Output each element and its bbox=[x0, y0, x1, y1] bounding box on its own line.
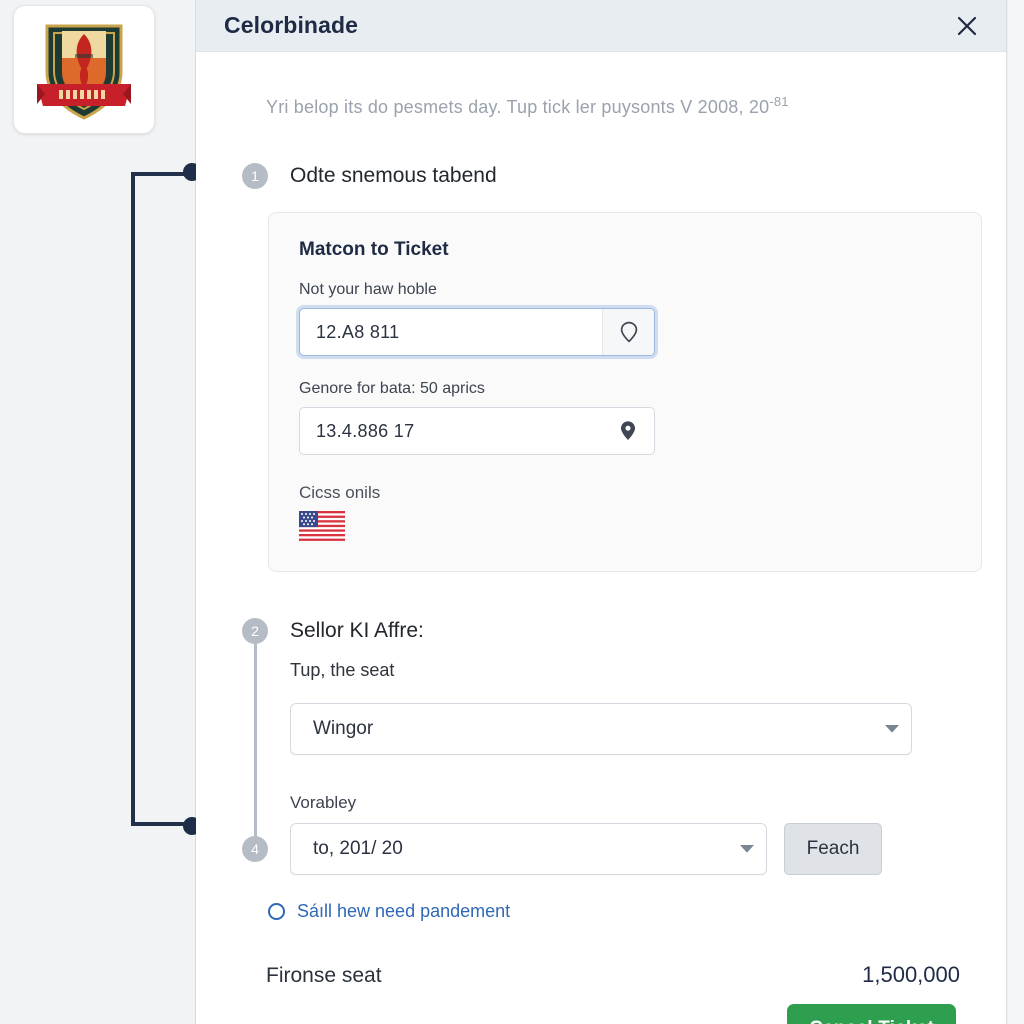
chevron-down-glyph bbox=[885, 725, 899, 733]
close-icon[interactable] bbox=[950, 9, 984, 43]
field-spacer bbox=[299, 356, 951, 380]
step-1-badge: 1 bbox=[242, 163, 268, 189]
modal-footer: Cancel Ticket bbox=[220, 1004, 956, 1024]
step-1-title: Odte snemous tabend bbox=[290, 164, 497, 187]
close-glyph bbox=[957, 16, 977, 35]
modal-body: Yri belop its do pesmets day. Tup tick l… bbox=[196, 94, 1006, 1024]
total-value: 1,500,000 bbox=[862, 962, 960, 987]
radio-unchecked-icon[interactable] bbox=[268, 903, 285, 920]
page-title: Celorbinade bbox=[224, 12, 359, 38]
step-2-header: 2 Sellor KI Affre: bbox=[242, 618, 982, 644]
subtitle-text: Yri belop its do pesmets day. Tup tick l… bbox=[266, 97, 770, 117]
step-1-header: 1 Odte snemous tabend bbox=[242, 163, 982, 189]
step-connector-line bbox=[254, 644, 257, 845]
pandement-radio-option[interactable]: Sáıll hew need pandement bbox=[268, 901, 982, 922]
modal-header: Celorbinade bbox=[196, 0, 1006, 52]
map-pin-filled-icon[interactable] bbox=[602, 408, 654, 454]
chevron-down-icon[interactable] bbox=[728, 844, 766, 854]
subtitle-superscript: -81 bbox=[769, 94, 789, 109]
pandement-radio-label[interactable]: Sáıll hew need pandement bbox=[297, 901, 510, 922]
feach-button[interactable]: Feach bbox=[784, 823, 882, 875]
total-row: Fironse seat 1,500,000 bbox=[266, 962, 960, 988]
vorabley-row: 4 Vorabley to, 201/ 20 Feach bbox=[242, 793, 982, 875]
step-2-subtext: Tup, the seat bbox=[290, 660, 395, 680]
crest-icon bbox=[37, 24, 131, 120]
modal-subtitle: Yri belop its do pesmets day. Tup tick l… bbox=[266, 94, 982, 118]
cancel-ticket-button[interactable]: Cancel Ticket bbox=[787, 1004, 956, 1024]
left-rail bbox=[0, 0, 201, 1024]
vorabley-field: Vorabley to, 201/ 20 bbox=[290, 793, 767, 875]
haw-hoble-input[interactable]: 12.A8 811 bbox=[299, 308, 655, 356]
matcon-panel: Matcon to Ticket Not your haw hoble 12.A… bbox=[268, 212, 982, 572]
field-2-label: Genore for bata: 50 aprics bbox=[299, 380, 485, 397]
map-pin-outline-icon[interactable] bbox=[602, 309, 654, 355]
map-pin-filled-glyph bbox=[621, 421, 635, 440]
genore-bata-input[interactable]: 13.4.886 17 bbox=[299, 407, 655, 455]
vorabley-label: Vorabley bbox=[290, 793, 357, 812]
seat-select-value: Wingor bbox=[313, 718, 374, 739]
vorabley-select[interactable]: to, 201/ 20 bbox=[290, 823, 767, 875]
team-crest-logo[interactable] bbox=[13, 5, 155, 134]
chevron-down-glyph bbox=[740, 845, 754, 853]
step-2-badge: 2 bbox=[242, 618, 268, 644]
seat-select[interactable]: Wingor bbox=[290, 703, 912, 755]
map-pin-outline-glyph bbox=[620, 321, 637, 343]
us-flag-icon bbox=[299, 511, 345, 541]
field-2-value[interactable]: 13.4.886 17 bbox=[300, 421, 602, 442]
total-label: Fironse seat bbox=[266, 964, 382, 987]
step-2-group: 2 Sellor KI Affre: Tup, the seat Wingor … bbox=[242, 618, 982, 875]
vorabley-select-value: to, 201/ 20 bbox=[313, 838, 403, 859]
panel-heading: Matcon to Ticket bbox=[299, 239, 449, 260]
field-1-label: Not your haw hoble bbox=[299, 281, 437, 298]
step-4-badge: 4 bbox=[242, 836, 268, 862]
flag-label: Cicss onils bbox=[299, 483, 381, 502]
chevron-down-icon[interactable] bbox=[873, 724, 911, 734]
step-2-title: Sellor KI Affre: bbox=[290, 619, 424, 642]
bracket-connector bbox=[131, 172, 193, 826]
screen-root: Celorbinade Yri belop its do pesmets day… bbox=[0, 0, 1024, 1024]
field-1-value[interactable]: 12.A8 811 bbox=[300, 322, 602, 343]
modal-dialog: Celorbinade Yri belop its do pesmets day… bbox=[196, 0, 1007, 1024]
